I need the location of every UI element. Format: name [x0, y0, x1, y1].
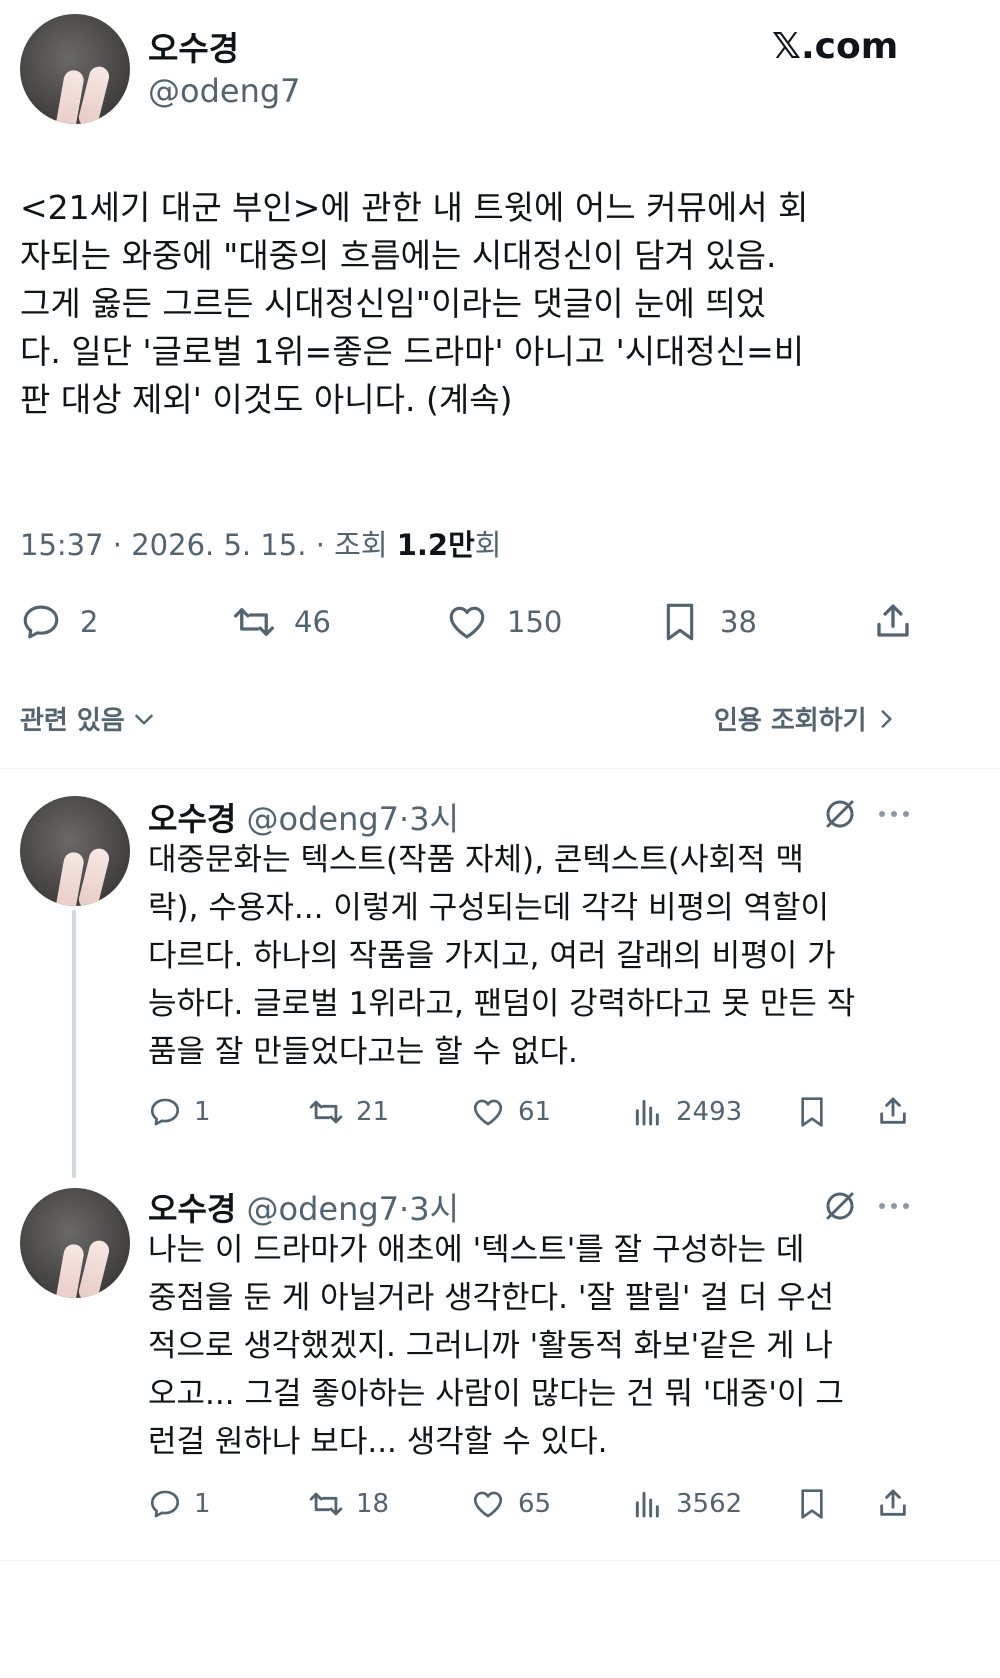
reply-text: 대중문화는 텍스트(작품 자체), 콘텍스트(사회적 맥 락), 수용자... …	[148, 842, 856, 1070]
divider	[0, 768, 1000, 769]
related-label: 관련 있음	[20, 706, 125, 736]
reply-count: 1	[194, 1097, 211, 1127]
reply-button[interactable]: 1	[148, 1094, 211, 1130]
heart-icon	[470, 1095, 506, 1129]
share-icon	[876, 1094, 910, 1128]
reply-count: 2	[80, 605, 99, 639]
avatar[interactable]	[20, 14, 130, 124]
views-icon	[632, 1096, 664, 1128]
related-toggle[interactable]: 관련 있음	[20, 700, 157, 737]
views-icon	[632, 1488, 664, 1520]
bookmark-icon	[660, 600, 700, 644]
chevron-right-icon	[873, 706, 899, 732]
retweet-icon	[306, 1095, 346, 1129]
handle[interactable]: @odeng7	[148, 72, 301, 110]
handle[interactable]: @odeng7	[247, 1190, 400, 1228]
x-logo: 𝕏.com	[772, 26, 899, 67]
quote-label: 인용 조회하기	[714, 706, 867, 736]
reply-header: 오수경 @odeng7·3시	[148, 794, 459, 840]
retweet-count: 21	[356, 1097, 390, 1127]
avatar[interactable]	[20, 796, 130, 906]
reply-icon	[148, 1487, 182, 1521]
bookmark-icon	[796, 1094, 828, 1130]
separator: ·	[315, 528, 325, 562]
like-count: 150	[507, 605, 563, 639]
bookmark-button[interactable]	[796, 1486, 828, 1526]
quote-views-link[interactable]: 인용 조회하기	[714, 700, 899, 737]
reply-text: 나는 이 드라마가 애초에 '텍스트'를 잘 구성하는 데 중점을 둔 게 아닐…	[148, 1232, 844, 1460]
bookmark-icon	[796, 1486, 828, 1522]
reply-header: 오수경 @odeng7·3시	[148, 1184, 459, 1230]
bookmark-button[interactable]	[796, 1094, 828, 1134]
reply-icon	[20, 601, 62, 643]
reply-button[interactable]: 1	[148, 1486, 211, 1522]
like-button[interactable]: 150	[445, 600, 562, 644]
thread-line	[72, 910, 76, 1178]
retweet-icon	[230, 601, 278, 643]
reply-button[interactable]: 2	[20, 600, 98, 644]
tweet-time[interactable]: 15:37	[20, 528, 104, 562]
display-name[interactable]: 오수경	[148, 22, 239, 70]
tweet-text: <21세기 대군 부인>에 관한 내 트윗에 어느 커뮤에서 회 자되는 와중에…	[20, 188, 809, 419]
views-prefix: 조회	[334, 528, 388, 562]
views-count: 2493	[676, 1097, 743, 1127]
retweet-button[interactable]: 18	[306, 1486, 389, 1522]
tweet-meta: 15:37 · 2026. 5. 15. · 조회 1.2만회	[20, 522, 501, 564]
grok-icon[interactable]	[822, 796, 858, 832]
handle[interactable]: @odeng7	[247, 800, 400, 838]
views-suffix: 회	[474, 528, 502, 562]
retweet-button[interactable]: 46	[230, 600, 331, 644]
chevron-down-icon	[131, 706, 157, 732]
retweet-count: 46	[294, 605, 331, 639]
avatar[interactable]	[20, 1188, 130, 1298]
display-name[interactable]: 오수경	[148, 800, 236, 838]
tweet-time[interactable]: ·3시	[399, 800, 459, 838]
divider	[0, 1560, 1000, 1561]
retweet-icon	[306, 1487, 346, 1521]
more-icon[interactable]	[876, 808, 912, 820]
retweet-count: 18	[356, 1489, 390, 1519]
retweet-button[interactable]: 21	[306, 1094, 389, 1130]
share-button[interactable]	[876, 1486, 910, 1524]
reply-icon	[148, 1095, 182, 1129]
separator: ·	[112, 528, 123, 562]
tweet-time[interactable]: ·3시	[399, 1190, 459, 1228]
grok-icon[interactable]	[822, 1188, 858, 1224]
like-count: 61	[518, 1097, 552, 1127]
bookmark-button[interactable]: 38	[660, 600, 757, 644]
more-icon[interactable]	[876, 1200, 912, 1212]
share-icon	[872, 600, 914, 642]
tweet-date[interactable]: 2026. 5. 15.	[131, 528, 306, 562]
share-button[interactable]	[876, 1094, 910, 1132]
like-button[interactable]: 61	[470, 1094, 551, 1130]
like-button[interactable]: 65	[470, 1486, 551, 1522]
display-name[interactable]: 오수경	[148, 1190, 236, 1228]
views-button[interactable]: 2493	[632, 1094, 742, 1130]
share-icon	[876, 1486, 910, 1520]
share-button[interactable]	[872, 600, 914, 646]
heart-icon	[470, 1487, 506, 1521]
views-count: 1.2만	[396, 528, 475, 562]
like-count: 65	[518, 1489, 552, 1519]
views-button[interactable]: 3562	[632, 1486, 742, 1522]
views-count: 3562	[676, 1489, 743, 1519]
heart-icon	[445, 601, 489, 643]
reply-count: 1	[194, 1489, 211, 1519]
bookmark-count: 38	[720, 605, 757, 639]
